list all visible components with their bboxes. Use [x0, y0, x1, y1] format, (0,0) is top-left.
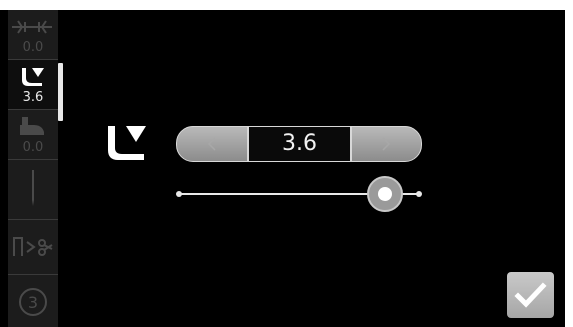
step-three-icon: 3: [19, 288, 47, 316]
presser-foot-pressure-icon: [20, 117, 44, 135]
chevron-right-icon: [382, 137, 391, 151]
chevron-left-icon: [207, 137, 216, 151]
sidebar: 0.0 3.6 0.0 3: [8, 10, 58, 327]
sidebar-item-step-three[interactable]: 3: [8, 275, 58, 327]
sidebar-item-value: 3.6: [22, 90, 44, 105]
increase-button[interactable]: [351, 126, 422, 162]
presser-foot-height-icon: [108, 126, 146, 160]
thread-cut-icon: [13, 237, 53, 256]
slider-thumb[interactable]: [366, 176, 403, 212]
sidebar-item-stitch-width[interactable]: 0.0: [8, 10, 58, 60]
slider-min-dot: [176, 191, 182, 197]
sidebar-selection-indicator: [58, 63, 63, 121]
sidebar-item-value: 0.0: [22, 40, 44, 55]
needle-icon: [32, 170, 34, 206]
presser-foot-height-icon: [22, 68, 44, 86]
main-panel: [0, 10, 565, 327]
sidebar-item-presser-foot-pressure[interactable]: 0.0: [8, 110, 58, 160]
sidebar-item-thread-cut[interactable]: [8, 220, 58, 275]
value-stepper: 3.6: [176, 126, 422, 162]
svg-text:3: 3: [28, 293, 38, 312]
screen: 0.0 3.6 0.0 3 3.6: [0, 0, 573, 327]
confirm-button[interactable]: [507, 272, 554, 318]
value-slider[interactable]: [176, 176, 422, 212]
sidebar-item-needle[interactable]: [8, 160, 58, 220]
checkmark-icon: [514, 282, 547, 308]
stitch-width-icon: [12, 20, 52, 34]
sidebar-item-value: 0.0: [22, 140, 44, 155]
decrease-button[interactable]: [176, 126, 248, 162]
sidebar-item-presser-foot-height[interactable]: 3.6: [8, 60, 58, 110]
value-display: 3.6: [248, 126, 351, 162]
slider-max-dot: [416, 191, 422, 197]
